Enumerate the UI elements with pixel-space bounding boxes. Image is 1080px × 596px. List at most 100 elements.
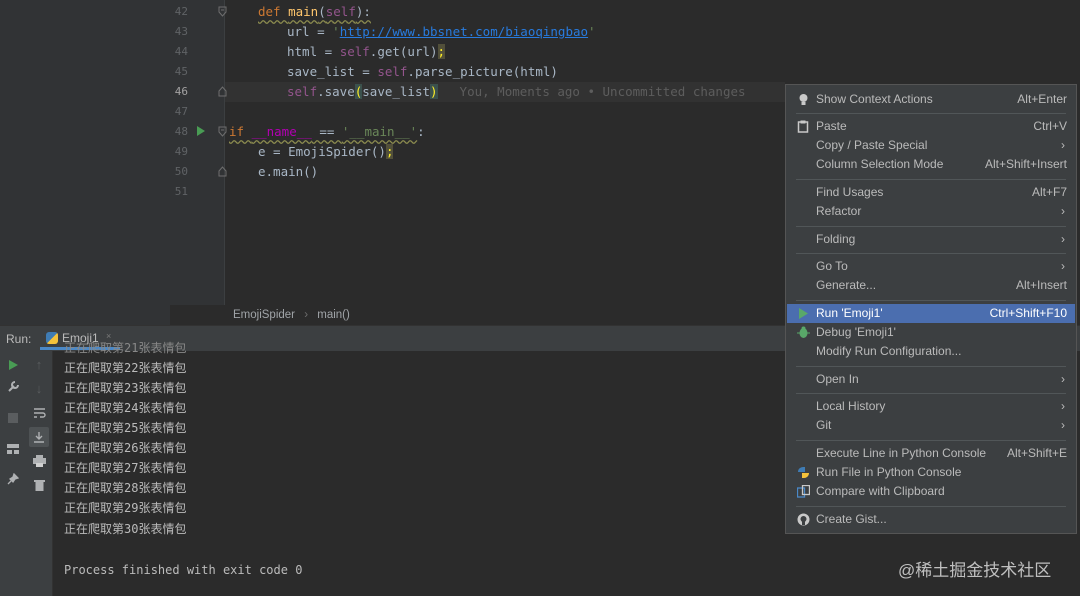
menu-separator <box>796 253 1066 254</box>
code-keyword: def <box>258 4 289 19</box>
pin-icon[interactable] <box>3 469 23 489</box>
code-line-44[interactable]: html = self.get(url); <box>287 42 446 62</box>
menu-item-label: Open In <box>816 372 859 386</box>
menu-item-label: Execute Line in Python Console <box>816 446 987 460</box>
fold-marker-icon[interactable] <box>218 126 227 137</box>
menu-item-run[interactable]: Run 'Emoji1' Ctrl+Shift+F10 <box>787 304 1075 323</box>
console-line: 正在爬取第29张表情包 <box>64 501 187 515</box>
fold-end-marker-icon[interactable] <box>218 86 227 97</box>
code-function-name: main <box>288 4 319 19</box>
code-token: : <box>417 124 425 139</box>
code-string: '__main__' <box>341 124 418 139</box>
code-line-49[interactable]: e = EmojiSpider(); <box>258 142 394 162</box>
scroll-to-end-icon[interactable] <box>29 427 49 447</box>
menu-item-show-context-actions[interactable]: Show Context Actions Alt+Enter <box>787 90 1075 109</box>
menu-item-run-file-python-console[interactable]: Run File in Python Console <box>787 463 1075 482</box>
code-line-43[interactable]: url = 'http://www.bbsnet.com/biaoqingbao… <box>287 22 596 42</box>
code-self: self <box>377 64 408 79</box>
menu-separator <box>796 366 1066 367</box>
menu-item-column-selection-mode[interactable]: Column Selection Mode Alt+Shift+Insert <box>787 155 1075 174</box>
menu-item-find-usages[interactable]: Find Usages Alt+F7 <box>787 183 1075 202</box>
menu-item-local-history[interactable]: Local History › <box>787 397 1075 416</box>
code-line-46[interactable]: self.save(save_list) You, Moments ago • U… <box>287 82 746 102</box>
line-number: 43 <box>174 25 188 38</box>
menu-item-label: Folding <box>816 232 856 246</box>
menu-item-create-gist[interactable]: Create Gist... <box>787 510 1075 529</box>
menu-item-shortcut: Alt+Enter <box>1017 92 1067 106</box>
menu-item-label: Run 'Emoji1' <box>816 306 883 320</box>
menu-item-folding[interactable]: Folding › <box>787 230 1075 249</box>
code-keyword: if <box>229 124 252 139</box>
close-icon[interactable]: × <box>106 331 111 341</box>
submenu-arrow-icon: › <box>1061 372 1065 386</box>
code-line-50[interactable]: e.main() <box>258 162 318 182</box>
menu-item-label: Git <box>816 418 832 432</box>
console-line-partial: 正在爬取第21张表情包 <box>64 341 187 355</box>
menu-item-label: Local History <box>816 399 886 413</box>
run-icon <box>797 307 810 320</box>
menu-item-paste[interactable]: Paste Ctrl+V <box>787 117 1075 136</box>
menu-item-refactor[interactable]: Refactor › <box>787 202 1075 221</box>
menu-item-label: Copy / Paste Special <box>816 138 928 152</box>
project-panel-area <box>0 0 170 325</box>
breadcrumb-class[interactable]: EmojiSpider <box>233 309 295 321</box>
wrench-icon[interactable] <box>3 377 23 397</box>
menu-item-generate[interactable]: Generate... Alt+Insert <box>787 276 1075 295</box>
trash-icon[interactable] <box>29 475 49 495</box>
code-self: self <box>339 44 370 59</box>
code-token: save_list <box>362 84 431 99</box>
menu-item-compare-with-clipboard[interactable]: Compare with Clipboard <box>787 482 1075 501</box>
clipboard-icon <box>797 120 810 133</box>
menu-item-modify-run-configuration[interactable]: Modify Run Configuration... <box>787 342 1075 361</box>
python-icon <box>46 332 58 344</box>
menu-item-open-in[interactable]: Open In › <box>787 370 1075 389</box>
git-blame-annotation: You, Moments ago • Uncommitted changes <box>459 84 746 99</box>
line-number: 51 <box>174 185 188 198</box>
breadcrumb-method[interactable]: main() <box>317 309 350 321</box>
code-semicolon-warning: ; <box>437 44 446 59</box>
rerun-icon[interactable] <box>3 355 23 375</box>
code-matched-paren: ) <box>430 84 438 99</box>
code-token: .parse_picture(html) <box>407 64 558 79</box>
code-line-42[interactable]: def main(self): <box>258 2 371 22</box>
console-line: 正在爬取第25张表情包 <box>64 421 187 435</box>
menu-separator <box>796 113 1066 114</box>
menu-item-label: Debug 'Emoji1' <box>816 325 896 339</box>
line-number: 45 <box>174 65 188 78</box>
menu-item-shortcut: Ctrl+Shift+F10 <box>989 306 1067 320</box>
run-gutter-icon[interactable] <box>197 126 205 136</box>
submenu-arrow-icon: › <box>1061 399 1065 413</box>
code-token: e = EmojiSpider() <box>258 144 386 159</box>
code-line-48[interactable]: if __name__ == '__main__': <box>229 122 425 142</box>
layout-icon[interactable] <box>3 439 23 459</box>
menu-item-debug[interactable]: Debug 'Emoji1' <box>787 323 1075 342</box>
menu-separator <box>796 393 1066 394</box>
menu-item-execute-line-python-console[interactable]: Execute Line in Python Console Alt+Shift… <box>787 444 1075 463</box>
run-toolbar-primary <box>0 351 26 596</box>
code-url-link[interactable]: http://www.bbsnet.com/biaoqingbao <box>340 24 588 39</box>
console-line: 正在爬取第27张表情包 <box>64 461 187 475</box>
menu-item-label: Modify Run Configuration... <box>816 344 962 358</box>
code-semicolon-warning: ; <box>385 144 394 159</box>
print-icon[interactable] <box>29 451 49 471</box>
code-token: ( <box>318 4 326 19</box>
scroll-up-icon[interactable]: ↑ <box>29 355 49 375</box>
fold-end-marker-icon[interactable] <box>218 166 227 177</box>
code-line-45[interactable]: save_list = self.parse_picture(html) <box>287 62 558 82</box>
breadcrumb-separator-icon: › <box>304 309 309 321</box>
code-self: self <box>287 84 318 99</box>
code-token: .get(url) <box>369 44 438 59</box>
scroll-down-icon[interactable]: ↓ <box>29 379 49 399</box>
line-number: 44 <box>174 45 188 58</box>
code-token: html = <box>287 44 340 59</box>
stop-icon[interactable] <box>3 408 23 428</box>
menu-item-git[interactable]: Git › <box>787 416 1075 435</box>
menu-item-go-to[interactable]: Go To › <box>787 257 1075 276</box>
menu-item-copy-paste-special[interactable]: Copy / Paste Special › <box>787 136 1075 155</box>
menu-item-label: Run File in Python Console <box>816 465 962 479</box>
fold-marker-icon[interactable] <box>218 6 227 17</box>
code-self: self <box>325 4 356 19</box>
submenu-arrow-icon: › <box>1061 259 1065 273</box>
soft-wrap-icon[interactable] <box>29 403 49 423</box>
code-token: .save <box>317 84 355 99</box>
